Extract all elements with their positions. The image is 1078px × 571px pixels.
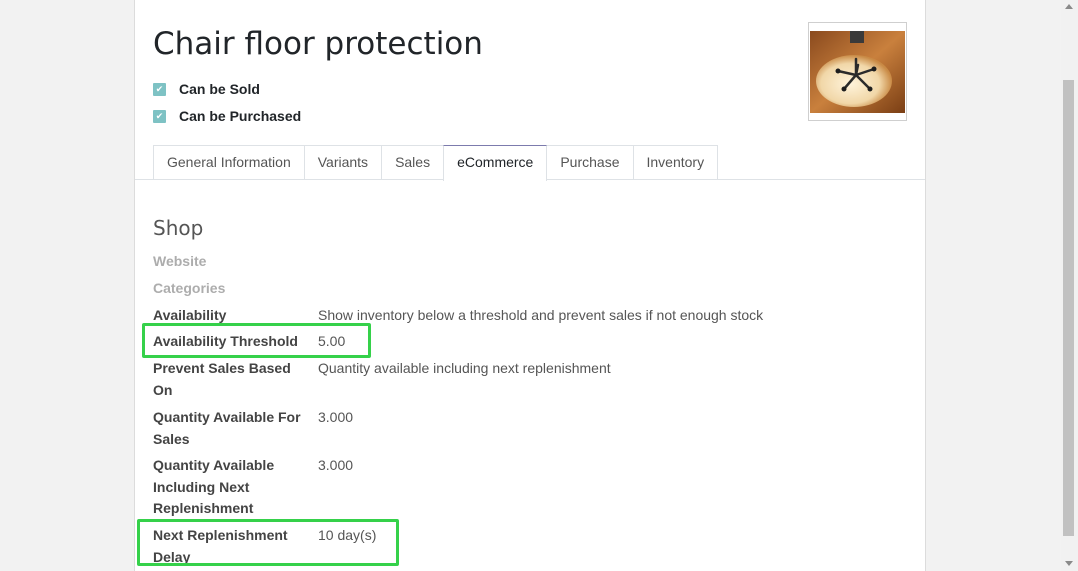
tab-sales[interactable]: Sales <box>381 145 445 179</box>
can-be-purchased-label: Can be Purchased <box>179 108 302 124</box>
scrollbar-thumb[interactable] <box>1063 80 1074 536</box>
availability-value[interactable]: Show inventory below a threshold and pre… <box>318 305 763 327</box>
threshold-highlight-box <box>142 323 371 358</box>
can-be-sold-label: Can be Sold <box>179 81 260 97</box>
tab-purchase[interactable]: Purchase <box>546 145 634 179</box>
form-notebook-tabs: General Information Variants Sales eComm… <box>153 145 719 181</box>
qty-available-for-sales-value: 3.000 <box>318 409 354 425</box>
can-be-sold-field[interactable]: ✔ Can be Sold <box>153 80 260 98</box>
chair-mat-photo-icon <box>810 31 905 113</box>
product-form-sheet: Chair floor protection ✔ Can be Sold ✔ C… <box>134 0 926 571</box>
tab-inventory[interactable]: Inventory <box>632 145 719 179</box>
prevent-sales-value[interactable]: Quantity available including next replen… <box>318 358 611 380</box>
qty-available-next-replenishment-value: 3.000 <box>318 457 354 473</box>
checkbox-checked-icon[interactable]: ✔ <box>153 109 166 123</box>
categories-label: Categories <box>153 280 226 296</box>
section-title-shop: Shop <box>153 216 204 240</box>
checkbox-checked-icon[interactable]: ✔ <box>153 82 166 96</box>
tab-general-information[interactable]: General Information <box>153 145 305 179</box>
tab-ecommerce[interactable]: eCommerce <box>443 145 548 181</box>
tab-variants[interactable]: Variants <box>303 145 383 179</box>
qty-available-next-replenishment-label: Quantity Available Including Next Replen… <box>153 457 275 516</box>
delay-highlight-box <box>137 519 399 566</box>
website-label: Website <box>153 253 207 269</box>
qty-available-for-sales-label: Quantity Available For Sales <box>153 409 301 447</box>
prevent-sales-label: Prevent Sales Based On <box>153 360 291 398</box>
can-be-purchased-field[interactable]: ✔ Can be Purchased <box>153 107 301 125</box>
scroll-up-arrow-icon[interactable] <box>1065 4 1073 9</box>
product-name[interactable]: Chair floor protection <box>153 26 483 62</box>
product-image[interactable] <box>808 22 907 121</box>
scroll-down-arrow-icon[interactable] <box>1065 561 1073 566</box>
